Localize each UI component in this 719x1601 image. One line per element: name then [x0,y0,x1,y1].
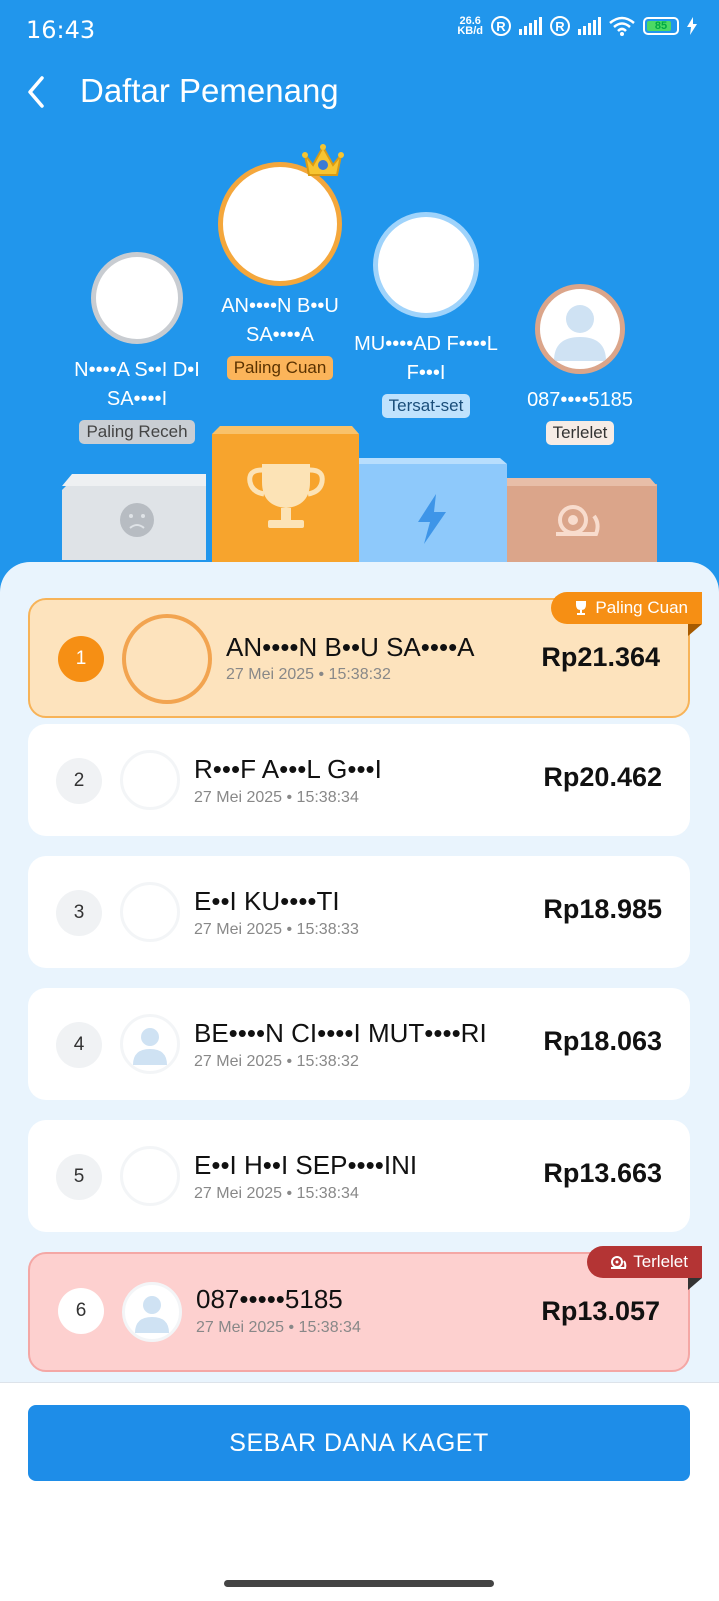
signal-icon-2 [578,17,601,35]
status-icons: 26.6 KB/d R R 85 [457,16,697,37]
charging-icon [687,17,697,35]
rank-badge: 6 [58,1288,104,1334]
ribbon-label: Paling Cuan [595,598,688,617]
snail-icon [611,1256,627,1269]
avatar [120,1146,180,1206]
avatar [535,284,625,374]
net-speed: 26.6 KB/d [457,16,483,37]
tag-tersat-set: Tersat-set [381,394,471,418]
winner-date: 27 Mei 2025 • 15:38:33 [194,921,359,938]
list-item[interactable]: 4 BE••••N CI••••I MUT••••RI 27 Mei 2025 … [28,988,690,1100]
user-placeholder-icon [554,305,606,361]
winner-name: E••I KU••••TI [194,886,340,916]
back-button[interactable] [22,74,52,110]
winner-date: 27 Mei 2025 • 15:38:32 [194,1053,359,1070]
rank-badge: 4 [56,1022,102,1068]
avatar [120,1014,180,1074]
avatar [373,212,479,318]
winner-name: R•••F A•••L G•••I [194,754,382,784]
winner-date: 27 Mei 2025 • 15:38:34 [194,1185,359,1202]
winner-amount: Rp18.985 [543,894,662,924]
sebar-dana-kaget-button[interactable]: SEBAR DANA KAGET [28,1405,690,1481]
podium [62,426,657,564]
avatar [91,252,183,344]
winner-name: AN••••N B••U SA••••A [221,295,339,346]
battery-level: 85 [654,20,668,32]
list-item[interactable]: 3 E••I KU••••TI 27 Mei 2025 • 15:38:33 R… [28,856,690,968]
winner-name: 087••••5185 [527,389,633,411]
rank-badge: 2 [56,758,102,804]
ribbon-terlelet: Terlelet [587,1246,702,1278]
winner-amount: Rp20.462 [543,762,662,792]
ribbon-fold [688,624,702,636]
winner-list[interactable]: 1 AN••••N B••U SA••••A 27 Mei 2025 • 15:… [0,562,719,1382]
rank-badge: 3 [56,890,102,936]
avatar [218,144,344,286]
home-indicator[interactable] [224,1580,494,1587]
winner-date: 27 Mei 2025 • 15:38:34 [194,789,359,806]
winner-tersat-set[interactable]: MU••••AD F••••L F•••I Tersat-set [350,212,502,418]
winner-amount: Rp13.057 [541,1296,660,1326]
winner-date: 27 Mei 2025 • 15:38:32 [226,666,391,683]
avatar [122,1282,182,1342]
user-placeholder-icon [133,1028,167,1065]
sad-face-icon [120,503,154,537]
net-speed-unit: KB/d [457,25,483,37]
rank-badge: 1 [58,636,104,682]
battery-icon: 85 [643,17,679,35]
winner-amount: Rp21.364 [541,642,660,672]
ribbon-label: Terlelet [633,1252,688,1271]
tag-paling-cuan: Paling Cuan [226,356,334,380]
winner-paling-cuan[interactable]: AN••••N B••U SA••••A Paling Cuan [194,144,366,380]
list-item[interactable]: 2 R•••F A•••L G•••I 27 Mei 2025 • 15:38:… [28,724,690,836]
status-time: 16:43 [26,16,96,44]
winner-name: AN••••N B••U SA••••A [226,632,475,662]
roaming-icon: R [491,16,511,36]
ribbon-fold [688,1278,702,1290]
winner-name: 087•••••5185 [196,1284,343,1314]
user-placeholder-icon [135,1296,169,1333]
winner-name: E••I H••I SEP••••INI [194,1150,418,1180]
app-header: Daftar Pemenang [0,64,719,120]
podium-terlelet [507,478,657,564]
avatar [122,614,212,704]
winner-name: MU••••AD F••••L F•••I [354,333,498,384]
page-title: Daftar Pemenang [80,72,339,109]
list-item[interactable]: 5 E••I H••I SEP••••INI 27 Mei 2025 • 15:… [28,1120,690,1232]
winner-date: 27 Mei 2025 • 15:38:34 [196,1319,361,1336]
signal-icon [519,17,542,35]
bottom-bar: SEBAR DANA KAGET [0,1382,719,1601]
list-item[interactable]: 1 AN••••N B••U SA••••A 27 Mei 2025 • 15:… [28,592,702,718]
winner-amount: Rp18.063 [543,1026,662,1056]
ribbon-paling-cuan: Paling Cuan [551,592,702,624]
status-bar: 16:43 26.6 KB/d R R 85 [0,0,719,60]
list-item[interactable]: 6 087•••••5185 27 Mei 2025 • 15:38:34 Rp… [28,1246,702,1372]
winner-name: BE••••N CI••••I MUT••••RI [194,1018,487,1048]
crown-icon [302,144,344,176]
winner-amount: Rp13.663 [543,1158,662,1188]
avatar [120,882,180,942]
roaming-icon-2: R [550,16,570,36]
chevron-left-icon [28,76,44,108]
avatar [120,750,180,810]
wifi-icon [609,16,635,36]
trophy-icon [576,601,587,615]
rank-badge: 5 [56,1154,102,1200]
